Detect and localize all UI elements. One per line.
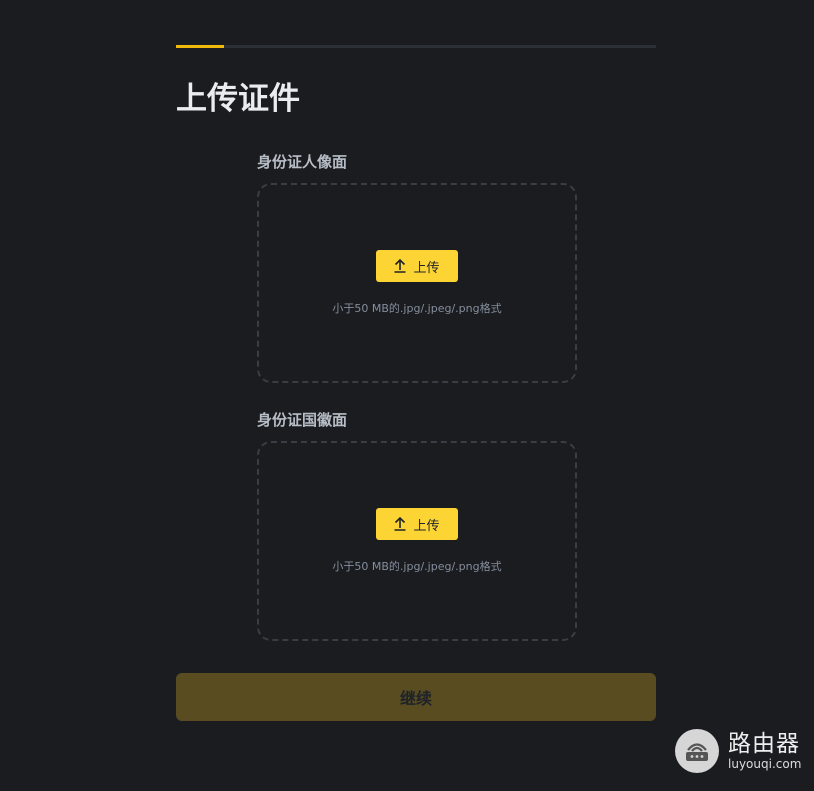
watermark-url: luyouqi.com	[728, 757, 802, 771]
front-id-label: 身份证人像面	[257, 153, 348, 171]
progress-fill	[176, 45, 224, 48]
watermark-name: 路由器	[728, 731, 800, 757]
back-upload-label: 上传	[413, 518, 440, 534]
watermark: 路由器 luyouqi.com	[675, 729, 801, 773]
front-upload-label: 上传	[413, 260, 440, 276]
continue-button[interactable]: 继续	[176, 673, 656, 721]
back-upload-button[interactable]: 上传	[376, 508, 458, 540]
front-upload-button[interactable]: 上传	[376, 250, 458, 282]
page-title: 上传证件	[176, 81, 300, 117]
front-id-dropzone[interactable]: 上传 小于50 MB的.jpg/.jpeg/.png格式	[257, 183, 577, 383]
upload-arrow-icon	[394, 259, 406, 273]
back-id-label: 身份证国徽面	[257, 411, 348, 429]
front-file-hint: 小于50 MB的.jpg/.jpeg/.png格式	[332, 302, 502, 315]
progress-bar	[176, 45, 656, 48]
back-id-dropzone[interactable]: 上传 小于50 MB的.jpg/.jpeg/.png格式	[257, 441, 577, 641]
router-logo-icon	[675, 729, 719, 773]
back-file-hint: 小于50 MB的.jpg/.jpeg/.png格式	[332, 560, 502, 573]
upload-arrow-icon	[394, 517, 406, 531]
